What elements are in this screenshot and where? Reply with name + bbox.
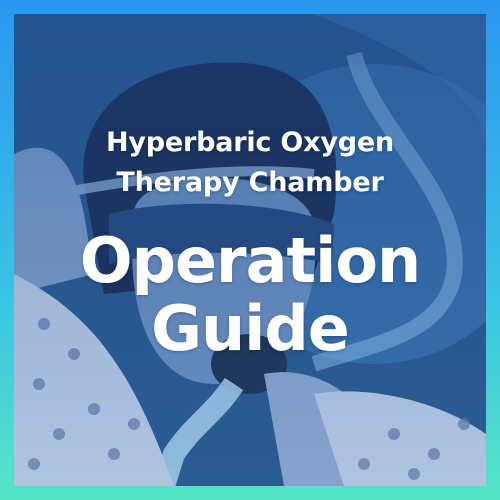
thumbnail-frame: Hyperbaric Oxygen Therapy Chamber Operat… [0,0,500,500]
subtitle-line-1: Hyperbaric Oxygen [105,127,395,158]
subtitle-line-2: Therapy Chamber [116,167,384,198]
headline-line-2: Guide [151,292,350,365]
headline-line-1: Operation [79,224,421,297]
title-block: Hyperbaric Oxygen Therapy Chamber Operat… [0,0,500,500]
